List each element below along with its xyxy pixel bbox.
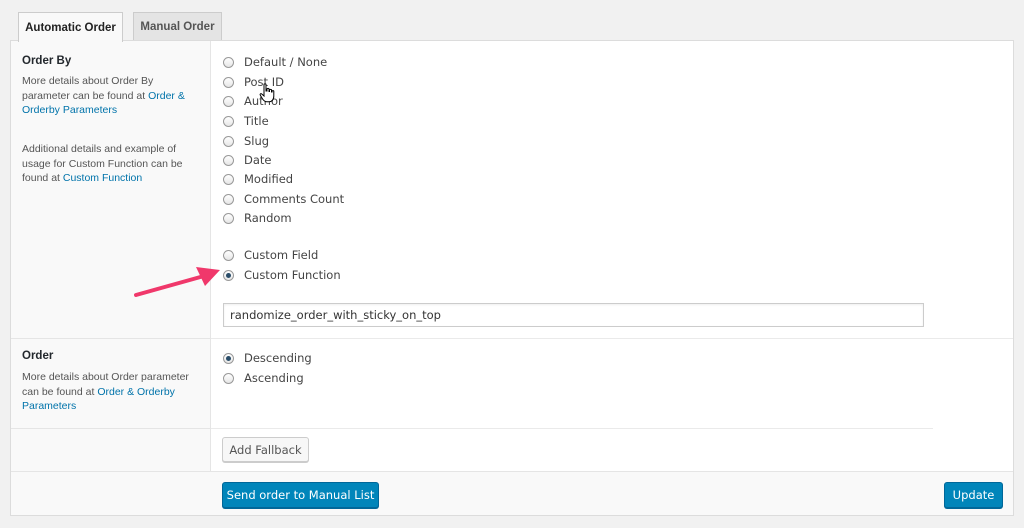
radio-modified[interactable]: Modified — [223, 170, 293, 188]
order-help: More details about Order parameter can b… — [22, 371, 189, 413]
actions-footer — [11, 471, 1013, 515]
radio-date[interactable]: Date — [223, 151, 272, 169]
radio-ascending[interactable]: Ascending — [223, 369, 304, 387]
tab-manual-order[interactable]: Manual Order — [133, 12, 222, 41]
radio-button[interactable] — [223, 372, 234, 384]
radio-button[interactable] — [223, 173, 234, 185]
send-to-manual-list-button[interactable]: Send order to Manual List — [222, 482, 379, 508]
divider — [211, 338, 1013, 339]
radio-button-checked[interactable] — [223, 352, 234, 364]
fallback-sidebar — [11, 428, 211, 471]
radio-default[interactable]: Default / None — [223, 53, 327, 71]
custom-function-link[interactable]: Custom Function — [63, 172, 142, 184]
radio-button[interactable] — [223, 95, 234, 107]
annotation-arrow-icon — [134, 267, 220, 297]
tab-automatic-order[interactable]: Automatic Order — [18, 12, 123, 42]
radio-slug[interactable]: Slug — [223, 132, 269, 150]
radio-button[interactable] — [223, 56, 234, 68]
order-by-help: More details about Order By parameter ca… — [22, 75, 185, 117]
radio-button-checked[interactable] — [223, 269, 234, 281]
radio-button[interactable] — [223, 154, 234, 166]
custom-function-help: Additional details and example of usage … — [22, 143, 183, 185]
radio-custom-field[interactable]: Custom Field — [223, 246, 318, 264]
radio-button[interactable] — [223, 76, 234, 88]
radio-descending[interactable]: Descending — [223, 349, 312, 367]
divider — [211, 428, 933, 429]
radio-custom-function[interactable]: Custom Function — [223, 266, 341, 284]
add-fallback-button[interactable]: Add Fallback — [222, 437, 309, 462]
order-by-title: Order By — [22, 55, 72, 67]
radio-button[interactable] — [223, 249, 234, 261]
radio-random[interactable]: Random — [223, 209, 292, 227]
hand-pointer-cursor-icon — [259, 83, 275, 103]
order-sidebar: Order More details about Order parameter… — [11, 338, 211, 428]
order-title: Order — [22, 350, 54, 362]
radio-button[interactable] — [223, 115, 234, 127]
update-button[interactable]: Update — [944, 482, 1003, 508]
radio-button[interactable] — [223, 135, 234, 147]
radio-comments-count[interactable]: Comments Count — [223, 190, 344, 208]
radio-button[interactable] — [223, 193, 234, 205]
custom-function-input[interactable] — [223, 303, 924, 327]
radio-title[interactable]: Title — [223, 112, 269, 130]
radio-button[interactable] — [223, 212, 234, 224]
